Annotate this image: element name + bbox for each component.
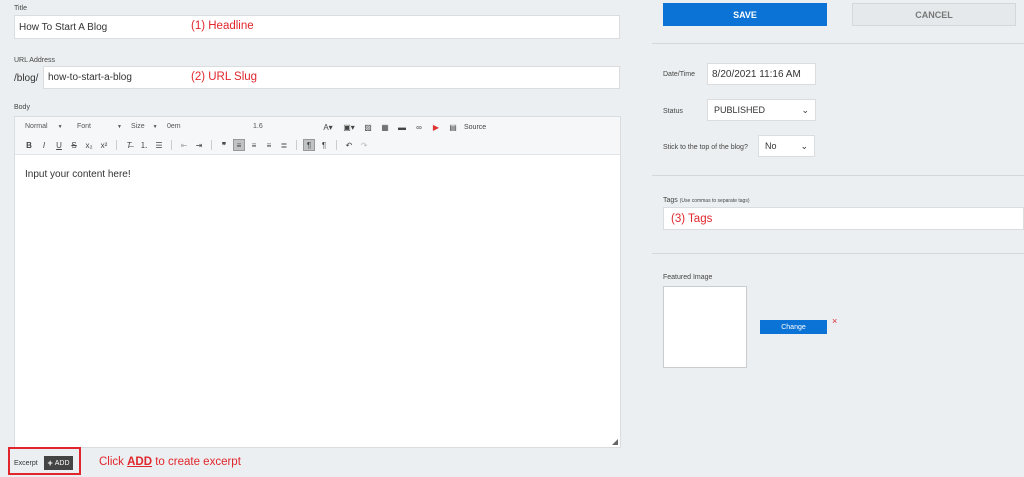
plus-icon: + [47,458,53,468]
bulleted-list-icon[interactable]: ☰ [153,139,165,151]
url-prefix: /blog/ [14,73,39,84]
excerpt-annotation-link: ADD [127,456,153,468]
ltr-icon[interactable]: ¶ [303,139,315,151]
align-right-icon[interactable]: ≡ [263,139,275,151]
add-excerpt-button[interactable]: + ADD [44,456,73,470]
bg-color-icon[interactable]: ▣▾ [341,121,357,133]
format-dropdown[interactable]: Normal ▼ [25,123,63,130]
font-value: Font [77,123,92,130]
align-left-icon[interactable]: ≡ [233,139,245,151]
toolbar-separator [211,140,212,150]
toolbar-separator [296,140,297,150]
underline-icon[interactable]: U [53,139,65,151]
font-dropdown[interactable]: Font ▼ [77,123,122,130]
chevron-down-icon: ▼ [117,123,122,130]
featured-image-preview [663,286,747,368]
sticky-select[interactable]: No ⌄ [758,135,815,157]
chevron-down-icon: ⌄ [801,104,809,115]
text-color-icon[interactable]: A▾ [320,121,336,133]
title-label: Title [14,5,27,12]
divider [652,43,1024,44]
featured-image-label: Featured Image [663,274,713,281]
url-label: URL Address [14,57,55,64]
remove-format-icon[interactable]: T̶ [123,139,135,151]
blockquote-icon[interactable]: ❞ [218,139,230,151]
indent-dropdown[interactable]: 0em [167,123,181,130]
headline-annotation: (1) Headline [191,20,254,32]
size-value: Size [131,123,145,130]
divider [652,175,1024,176]
toolbar-row1-buttons: A▾ ▣▾ ▨ ▦ ▬ ∞ ▶ ▤ Source [320,121,486,133]
youtube-icon[interactable]: ▶ [430,121,442,133]
line-height-dropdown[interactable]: 1.6 [253,123,263,130]
url-slug-input[interactable]: how-to-start-a-blog [43,66,620,89]
remove-image-icon[interactable]: × [832,316,837,326]
excerpt-annotation-suffix: to create excerpt [152,456,241,468]
size-dropdown[interactable]: Size ▼ [131,123,158,130]
body-label: Body [14,104,30,111]
datetime-value: 8/20/2021 11:16 AM [712,68,801,80]
tags-input[interactable] [663,207,1024,230]
rtl-icon[interactable]: ¶ [318,139,330,151]
change-image-button[interactable]: Change [760,320,827,334]
sticky-value: No [765,141,777,151]
bold-icon[interactable]: B [23,139,35,151]
tags-label: Tags (Use commas to separate tags) [663,197,750,204]
datetime-input[interactable]: 8/20/2021 11:16 AM [707,63,816,85]
line-height-value: 1.6 [253,123,263,130]
divider [652,253,1024,254]
toolbar-separator [116,140,117,150]
add-excerpt-label: ADD [54,459,70,467]
numbered-list-icon[interactable]: ⒈ [138,139,150,151]
cancel-button[interactable]: CANCEL [852,3,1016,26]
save-button[interactable]: SAVE [663,3,827,26]
toolbar-row2-buttons: B I U S x₂ x² T̶ ⒈ ☰ ⇤ ⇥ ❞ ≡ ≡ ≡ ≣ ¶ ¶ ↶… [23,139,370,151]
italic-icon[interactable]: I [38,139,50,151]
source-label[interactable]: Source [464,124,486,131]
undo-icon[interactable]: ↶ [343,139,355,151]
hr-icon[interactable]: ▬ [396,121,408,133]
resize-handle-icon[interactable] [612,439,618,445]
tags-annotation: (3) Tags [671,213,713,225]
source-icon[interactable]: ▤ [447,121,459,133]
status-select[interactable]: PUBLISHED ⌄ [707,99,816,121]
link-icon[interactable]: ∞ [413,121,425,133]
excerpt-annotation-prefix: Click [99,456,128,468]
title-input-value: How To Start A Blog [19,21,108,33]
status-value: PUBLISHED [714,105,766,115]
indent-value: 0em [167,123,181,130]
excerpt-label: Excerpt [14,460,38,467]
toolbar-separator [336,140,337,150]
superscript-icon[interactable]: x² [98,139,110,151]
subscript-icon[interactable]: x₂ [83,139,95,151]
sticky-label: Stick to the top of the blog? [663,144,748,151]
chevron-down-icon: ▼ [57,123,63,130]
datetime-label: Date/Time [663,71,696,78]
editor-content[interactable]: Input your content here! [25,169,131,180]
chevron-down-icon: ▼ [152,123,158,130]
format-value: Normal [25,123,48,130]
indent-icon[interactable]: ⇥ [193,139,205,151]
strikethrough-icon[interactable]: S [68,139,80,151]
table-icon[interactable]: ▦ [379,121,391,133]
image-icon[interactable]: ▨ [362,121,374,133]
toolbar-separator [171,140,172,150]
tags-hint: (Use commas to separate tags) [679,198,750,204]
justify-icon[interactable]: ≣ [278,139,290,151]
align-center-icon[interactable]: ≡ [248,139,260,151]
tags-label-text: Tags [663,197,678,204]
outdent-icon[interactable]: ⇤ [178,139,190,151]
excerpt-annotation: Click ADD to create excerpt [99,456,241,468]
url-slug-value: how-to-start-a-blog [48,72,132,83]
body-editor: Normal ▼ Font ▼ Size ▼ 0em 1.6 A▾ ▣▾ ▨ ▦ ▬ … [14,116,621,448]
title-input[interactable]: How To Start A Blog [14,15,620,39]
url-slug-annotation: (2) URL Slug [191,71,258,83]
chevron-down-icon: ⌄ [800,140,808,151]
redo-icon[interactable]: ↷ [358,139,370,151]
status-label: Status [663,108,683,115]
